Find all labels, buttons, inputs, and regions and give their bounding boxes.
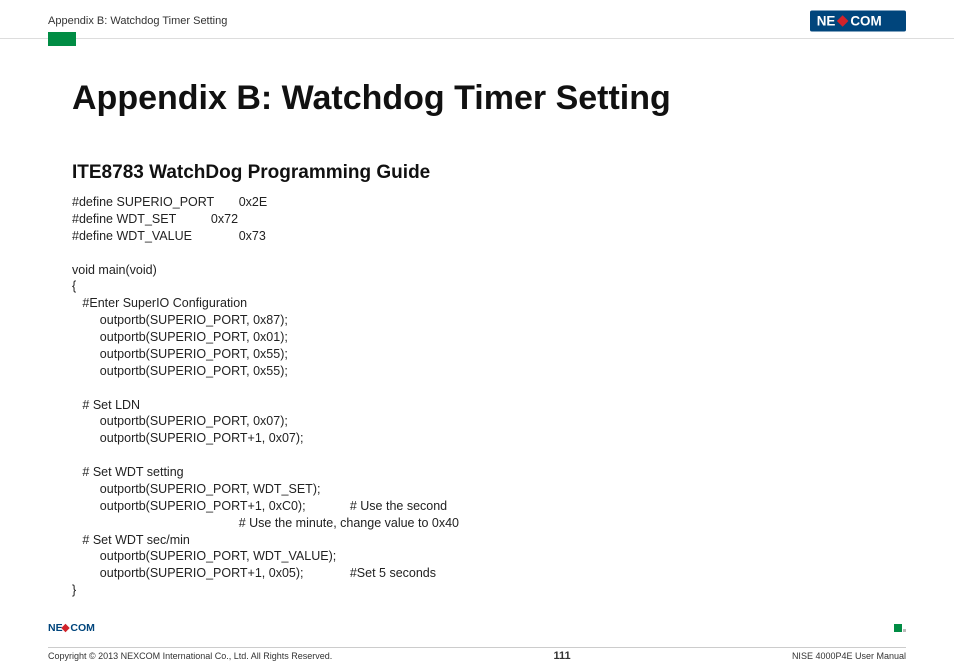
- code-listing: #define SUPERIO_PORT 0x2E #define WDT_SE…: [72, 194, 882, 599]
- footer-line: Copyright © 2013 NEXCOM International Co…: [48, 647, 906, 662]
- page-footer: NE COM Copyright © 2013 NEXCOM Internati…: [0, 620, 954, 662]
- page-title: Appendix B: Watchdog Timer Setting: [72, 79, 882, 118]
- copyright-text: Copyright © 2013 NEXCOM International Co…: [48, 651, 332, 661]
- page-header: Appendix B: Watchdog Timer Setting NE CO…: [0, 0, 954, 39]
- header-left: Appendix B: Watchdog Timer Setting: [48, 15, 227, 27]
- section-title: ITE8783 WatchDog Programming Guide: [72, 162, 882, 184]
- manual-reference: NISE 4000P4E User Manual: [792, 651, 906, 661]
- svg-text:NE: NE: [817, 13, 836, 28]
- svg-text:COM: COM: [70, 622, 95, 634]
- footer-decorative-squares-icon: [894, 624, 906, 632]
- content-area: Appendix B: Watchdog Timer Setting ITE87…: [0, 39, 954, 599]
- svg-text:COM: COM: [850, 13, 881, 28]
- nexcom-logo-icon: NE COM: [810, 10, 906, 32]
- nexcom-logo-footer-icon: NE COM: [48, 620, 118, 636]
- page-number: 111: [554, 650, 571, 662]
- nexcom-logo-top: NE COM: [810, 10, 906, 32]
- header-title: Appendix B: Watchdog Timer Setting: [48, 15, 227, 27]
- svg-text:NE: NE: [48, 622, 63, 634]
- decorative-green-block-icon: [48, 32, 76, 46]
